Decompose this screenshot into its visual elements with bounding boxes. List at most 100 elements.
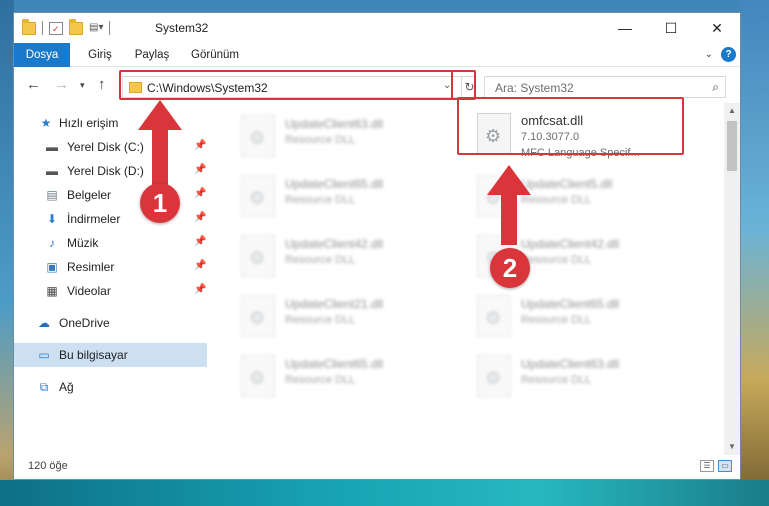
recent-locations-icon[interactable]: ▾ — [80, 80, 85, 91]
vertical-scrollbar[interactable]: ▲ ▼ — [724, 103, 740, 455]
window-title: System32 — [155, 21, 209, 35]
pictures-icon: ▣ — [46, 260, 58, 274]
list-item[interactable]: ⚙ UpdateClient42.dll Resource DLL — [241, 229, 461, 285]
dll-file-icon: ⚙ — [241, 355, 275, 397]
list-item[interactable]: ⚙ UpdateClient65.dll Resource DLL — [241, 169, 461, 225]
file-name: UpdateClient42.dll — [285, 237, 384, 251]
pin-icon[interactable]: 📌 — [194, 284, 206, 295]
sidebar-item-onedrive[interactable]: ☁ OneDrive — [14, 311, 207, 335]
dll-file-icon: ⚙ — [241, 235, 275, 277]
search-icon[interactable]: ⌕ — [712, 80, 719, 95]
music-icon: ♪ — [49, 236, 55, 250]
sidebar-item-label: İndirmeler — [67, 212, 121, 226]
drive-icon: ▬ — [46, 164, 58, 178]
maximize-button[interactable]: ☐ — [648, 13, 694, 43]
sidebar-item-disk-d[interactable]: ▬ Yerel Disk (D:) 📌 — [14, 159, 207, 183]
status-bar: 120 öğe ☰ ▭ — [14, 455, 740, 479]
dll-file-icon: ⚙ — [241, 175, 275, 217]
list-item[interactable]: ⚙ UpdateClient65.dll Resource DLL — [477, 289, 697, 345]
quick-access-toolbar: ✓ ▤▾ — [22, 18, 110, 36]
pin-icon[interactable]: 📌 — [194, 164, 206, 175]
file-type: Resource DLL — [521, 194, 592, 206]
view-toggle: ☰ ▭ — [700, 460, 732, 472]
sidebar-item-videos[interactable]: ▦ Videolar 📌 — [14, 279, 207, 303]
properties-icon[interactable]: ✓ — [49, 21, 63, 35]
details-view-icon[interactable]: ☰ — [700, 460, 714, 472]
folder-icon — [22, 18, 36, 35]
dll-file-icon: ⚙ — [241, 295, 275, 337]
ribbon-right-controls: ⌄ ? — [705, 47, 736, 62]
up-icon[interactable]: ↑ — [98, 76, 106, 93]
file-type: Resource DLL — [285, 314, 356, 326]
pin-icon[interactable]: 📌 — [194, 236, 206, 247]
file-name: UpdateClient65.dll — [285, 357, 384, 371]
pin-icon[interactable]: 📌 — [194, 188, 206, 199]
sidebar-item-label: Hızlı erişim — [59, 116, 119, 130]
scroll-up-icon[interactable]: ▲ — [724, 103, 740, 119]
navigation-pane: ★ Hızlı erişim ▬ Yerel Disk (C:) 📌 ▬ Yer… — [14, 103, 209, 453]
video-icon: ▦ — [46, 284, 58, 298]
sidebar-item-label: Müzik — [67, 236, 99, 250]
forward-icon[interactable]: → — [54, 76, 69, 93]
file-type: Resource DLL — [521, 374, 592, 386]
sidebar-item-pictures[interactable]: ▣ Resimler 📌 — [14, 255, 207, 279]
sidebar-item-network[interactable]: ⧉ Ağ — [14, 375, 207, 399]
minimize-button[interactable]: — — [602, 13, 648, 43]
tab-gorunum[interactable]: Görünüm — [186, 43, 244, 67]
dll-file-icon: ⚙ — [477, 175, 511, 217]
list-item[interactable]: ⚙ UpdateClient63.dll Resource DLL — [241, 109, 461, 165]
explorer-window: ✓ ▤▾ System32 — ☐ ✕ Dosya Giriş Paylaş G… — [13, 12, 741, 479]
sidebar-item-label: Yerel Disk (D:) — [67, 164, 144, 178]
file-list: ⚙ UpdateClient63.dll Resource DLL ⚙ Upda… — [219, 103, 724, 453]
back-icon[interactable]: ← — [26, 76, 41, 93]
sidebar-item-music[interactable]: ♪ Müzik 📌 — [14, 231, 207, 255]
tab-dosya[interactable]: Dosya — [14, 43, 70, 67]
sidebar-item-label: Bu bilgisayar — [59, 348, 128, 362]
file-type: Resource DLL — [285, 254, 356, 266]
pin-icon[interactable]: 📌 — [194, 260, 206, 271]
file-name: UpdateClient65.dll — [285, 177, 384, 191]
sidebar-item-quick-access[interactable]: ★ Hızlı erişim — [14, 111, 207, 135]
file-name: UpdateClient5.dll — [521, 177, 613, 191]
tiles-view-icon[interactable]: ▭ — [718, 460, 732, 472]
close-button[interactable]: ✕ — [694, 13, 740, 43]
title-bar: ✓ ▤▾ System32 — ☐ ✕ — [14, 13, 740, 43]
chevron-down-icon[interactable]: ⌄ — [705, 49, 713, 60]
file-type: Resource DLL — [521, 254, 592, 266]
help-icon[interactable]: ? — [721, 47, 736, 62]
divider — [109, 21, 110, 35]
sidebar-item-label: Belgeler — [67, 188, 112, 202]
scroll-down-icon[interactable]: ▼ — [724, 439, 740, 455]
tab-giris[interactable]: Giriş — [80, 43, 120, 67]
file-type: Resource DLL — [521, 314, 592, 326]
list-item[interactable]: ⚙ UpdateClient5.dll Resource DLL — [477, 169, 697, 225]
customize-icon[interactable]: ▤▾ — [89, 22, 103, 35]
sidebar-item-disk-c[interactable]: ▬ Yerel Disk (C:) 📌 — [14, 135, 207, 159]
file-name: UpdateClient63.dll — [285, 117, 384, 131]
sidebar-item-label: Videolar — [67, 284, 111, 298]
file-type: Resource DLL — [285, 194, 356, 206]
network-icon: ⧉ — [39, 379, 49, 394]
file-name: UpdateClient42.dll — [521, 237, 620, 251]
file-type: Resource DLL — [285, 374, 356, 386]
list-item[interactable]: ⚙ UpdateClient21.dll Resource DLL — [241, 289, 461, 345]
drive-icon: ▬ — [46, 140, 58, 154]
highlight-box — [119, 70, 476, 100]
pin-icon[interactable]: 📌 — [194, 212, 206, 223]
documents-icon: ▤ — [46, 188, 58, 202]
file-name: UpdateClient21.dll — [285, 297, 384, 311]
pin-icon[interactable]: 📌 — [194, 140, 206, 151]
dll-file-icon: ⚙ — [477, 355, 511, 397]
ribbon-tabs: Dosya Giriş Paylaş Görünüm ⌄ ? — [14, 43, 740, 67]
search-input[interactable]: Ara: System32 ⌕ — [484, 76, 726, 98]
scrollbar-thumb[interactable] — [727, 121, 737, 171]
new-folder-icon[interactable] — [69, 18, 83, 35]
desktop-background — [0, 480, 769, 506]
step-badge-1: 1 — [140, 183, 180, 223]
list-item[interactable]: ⚙ UpdateClient65.dll Resource DLL — [241, 349, 461, 405]
sidebar-item-label: Resimler — [67, 260, 115, 274]
sidebar-item-this-pc[interactable]: ▭ Bu bilgisayar — [14, 343, 207, 367]
tab-paylas[interactable]: Paylaş — [130, 43, 174, 67]
list-item[interactable]: ⚙ UpdateClient63.dll Resource DLL — [477, 349, 697, 405]
sidebar-item-label: OneDrive — [59, 316, 110, 330]
